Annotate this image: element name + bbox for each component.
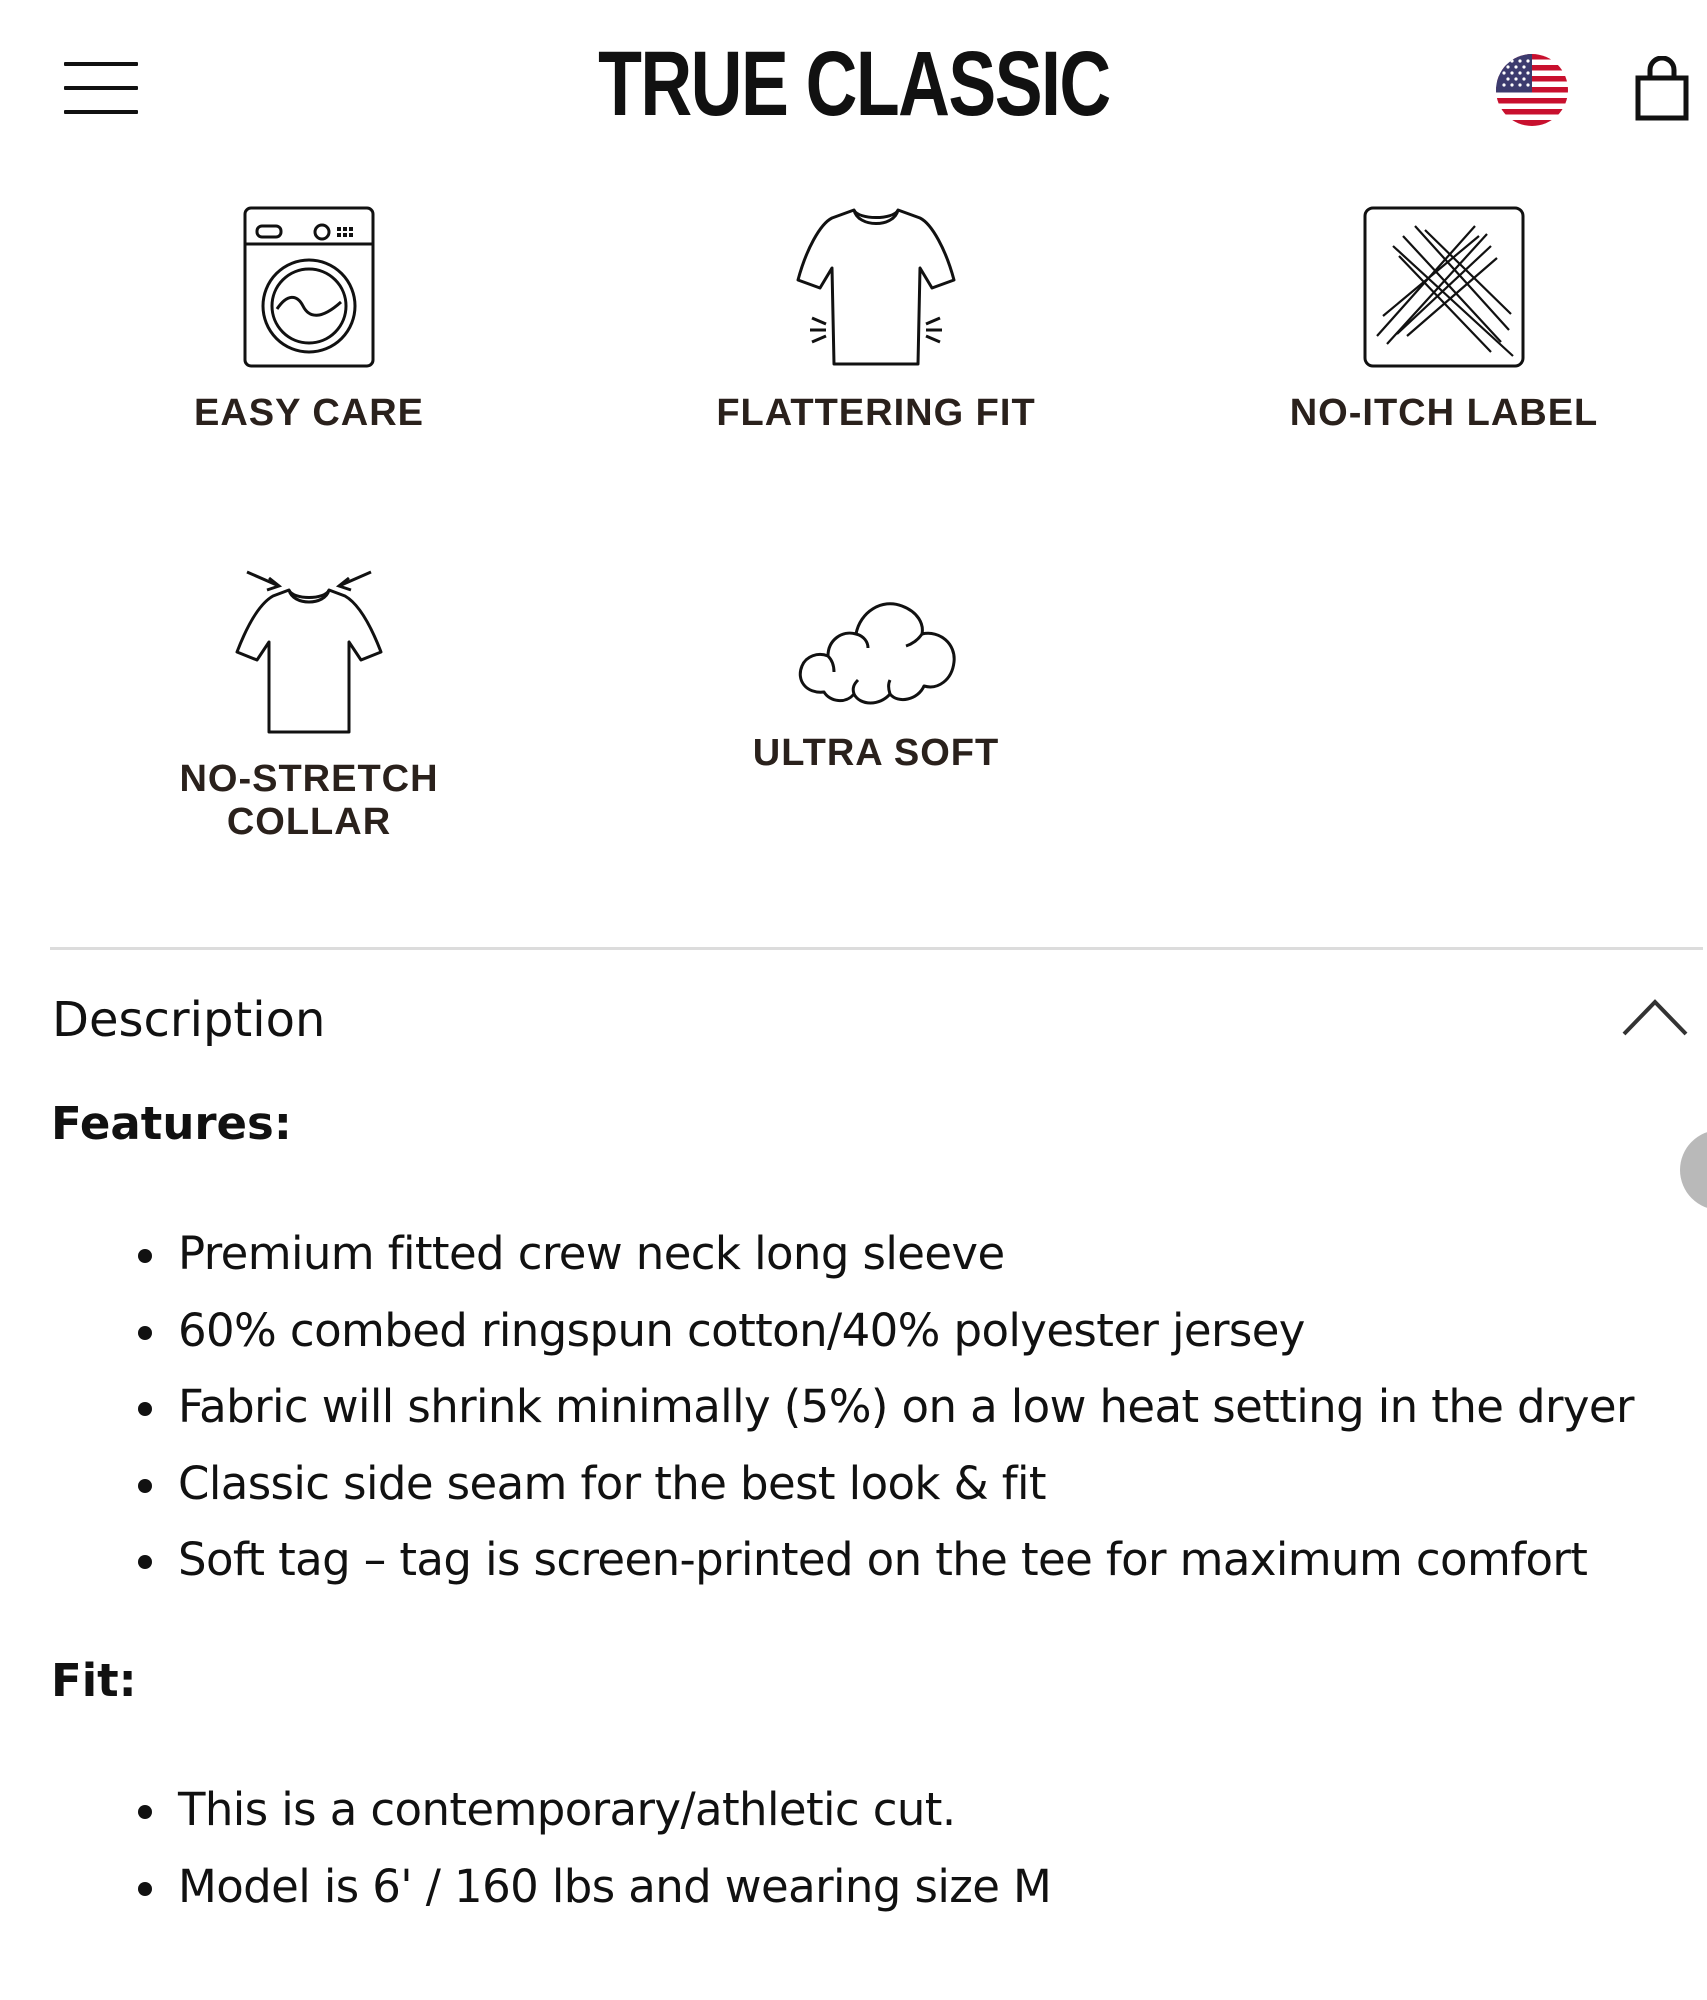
fitted-tshirt-icon [796, 208, 956, 366]
shopping-bag-graphic [1635, 55, 1689, 121]
floating-scroll-button[interactable] [1680, 1130, 1707, 1210]
list-item: Premium fitted crew neck long sleeve [130, 1216, 1634, 1293]
list-item: Classic side seam for the best look & fi… [130, 1446, 1634, 1523]
list-item: Fabric will shrink minimally (5%) on a l… [130, 1369, 1635, 1446]
no-itch-label-icon [1363, 206, 1525, 368]
feature-label: FLATTERING FIT [716, 392, 1036, 434]
feature-ultra-soft: ULTRA SOFT [666, 590, 1086, 775]
features-list: Premium fitted crew neck long sleeve 60%… [130, 1216, 1635, 1599]
list-item: 60% combed ringspun cotton/40% polyester… [130, 1293, 1634, 1370]
us-flag-graphic [1496, 54, 1568, 126]
section-divider [50, 947, 1703, 950]
brand-logo[interactable]: TRUE CLASSIC [0, 38, 1707, 130]
list-item: This is a contemporary/athletic cut. [130, 1772, 1051, 1849]
collar-tshirt-icon [235, 570, 383, 734]
feature-flattering-fit: FLATTERING FIT [666, 206, 1086, 435]
chevron-up-icon[interactable] [1620, 992, 1690, 1042]
feature-easy-care: EASY CARE [99, 206, 519, 435]
feature-label: EASY CARE [193, 392, 425, 434]
fit-list: This is a contemporary/athletic cut. Mod… [130, 1772, 1052, 1926]
feature-label: NO-ITCH LABEL [1289, 392, 1599, 434]
us-flag-icon[interactable] [1496, 54, 1568, 126]
feature-label: ULTRA SOFT [752, 732, 1000, 774]
brand-logo-text: TRUE CLASSIC [597, 33, 1111, 135]
washing-machine-icon [243, 206, 375, 368]
list-item: Model is 6' / 160 lbs and wearing size M [130, 1849, 1052, 1926]
fit-heading: Fit: [51, 1654, 137, 1707]
list-item: Soft tag – tag is screen-printed on the … [130, 1522, 1634, 1599]
feature-no-itch-label: NO-ITCH LABEL [1234, 206, 1654, 435]
description-accordion-header[interactable]: Description [50, 978, 1690, 1060]
shopping-bag-icon[interactable] [1634, 55, 1690, 122]
feature-no-stretch-collar: NO-STRETCH COLLAR [99, 570, 519, 844]
feature-label: NO-STRETCH COLLAR [179, 758, 439, 843]
description-title: Description [52, 992, 326, 1048]
site-header: TRUE CLASSIC [0, 0, 1707, 180]
features-heading: Features: [51, 1097, 292, 1150]
cloud-icon [798, 602, 956, 705]
